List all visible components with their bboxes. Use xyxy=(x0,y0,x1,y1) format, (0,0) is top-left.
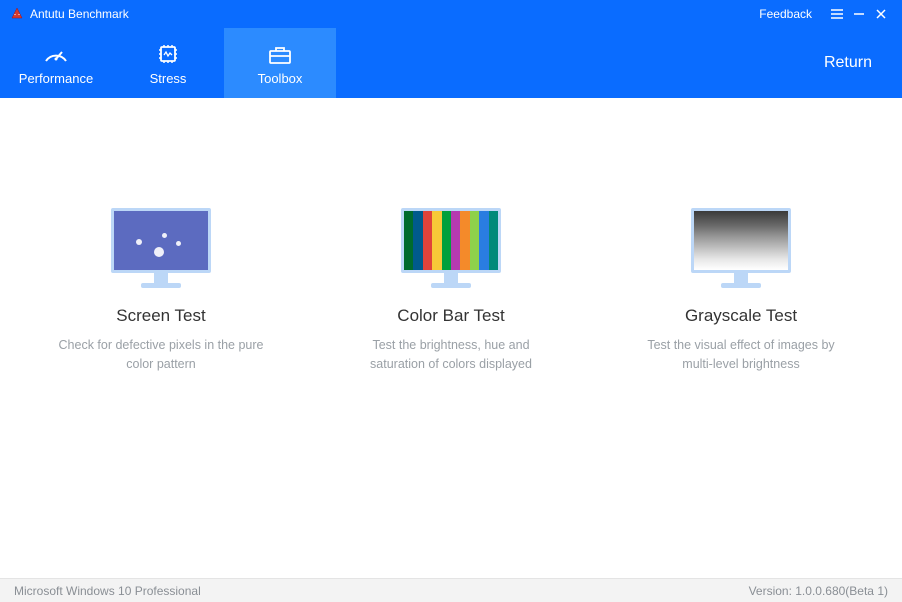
content-area: Screen Test Check for defective pixels i… xyxy=(0,98,902,578)
gauge-icon xyxy=(42,41,70,67)
tab-toolbox[interactable]: Toolbox xyxy=(224,28,336,98)
card-title: Grayscale Test xyxy=(636,306,846,326)
return-label: Return xyxy=(824,54,872,72)
version-label: Version: 1.0.0.680(Beta 1) xyxy=(749,584,888,598)
tab-stress[interactable]: Stress xyxy=(112,28,224,98)
card-description: Test the visual effect of images by mult… xyxy=(636,336,846,374)
card-title: Screen Test xyxy=(56,306,266,326)
tab-label: Stress xyxy=(150,71,187,86)
navbar: Performance Stress Toolbox Return xyxy=(0,28,902,98)
menu-button[interactable] xyxy=(826,3,848,25)
chip-icon xyxy=(156,41,180,67)
titlebar: Antutu Benchmark Feedback xyxy=(0,0,902,28)
return-button[interactable]: Return xyxy=(794,28,902,98)
os-label: Microsoft Windows 10 Professional xyxy=(14,584,201,598)
card-grayscale-test[interactable]: Grayscale Test Test the visual effect of… xyxy=(636,208,846,578)
tab-performance[interactable]: Performance xyxy=(0,28,112,98)
close-button[interactable] xyxy=(870,3,892,25)
feedback-link[interactable]: Feedback xyxy=(759,7,812,21)
card-description: Test the brightness, hue and saturation … xyxy=(346,336,556,374)
minimize-button[interactable] xyxy=(848,3,870,25)
app-title: Antutu Benchmark xyxy=(30,7,129,21)
monitor-icon xyxy=(691,208,791,288)
app-window: Antutu Benchmark Feedback Performance St… xyxy=(0,0,902,602)
tab-label: Performance xyxy=(19,71,93,86)
app-logo-icon xyxy=(10,7,24,21)
monitor-icon xyxy=(111,208,211,288)
toolbox-icon xyxy=(267,41,293,67)
statusbar: Microsoft Windows 10 Professional Versio… xyxy=(0,578,902,602)
card-color-bar-test[interactable]: Color Bar Test Test the brightness, hue … xyxy=(346,208,556,578)
monitor-icon xyxy=(401,208,501,288)
card-description: Check for defective pixels in the pure c… xyxy=(56,336,266,374)
tab-label: Toolbox xyxy=(258,71,303,86)
card-title: Color Bar Test xyxy=(346,306,556,326)
card-screen-test[interactable]: Screen Test Check for defective pixels i… xyxy=(56,208,266,578)
